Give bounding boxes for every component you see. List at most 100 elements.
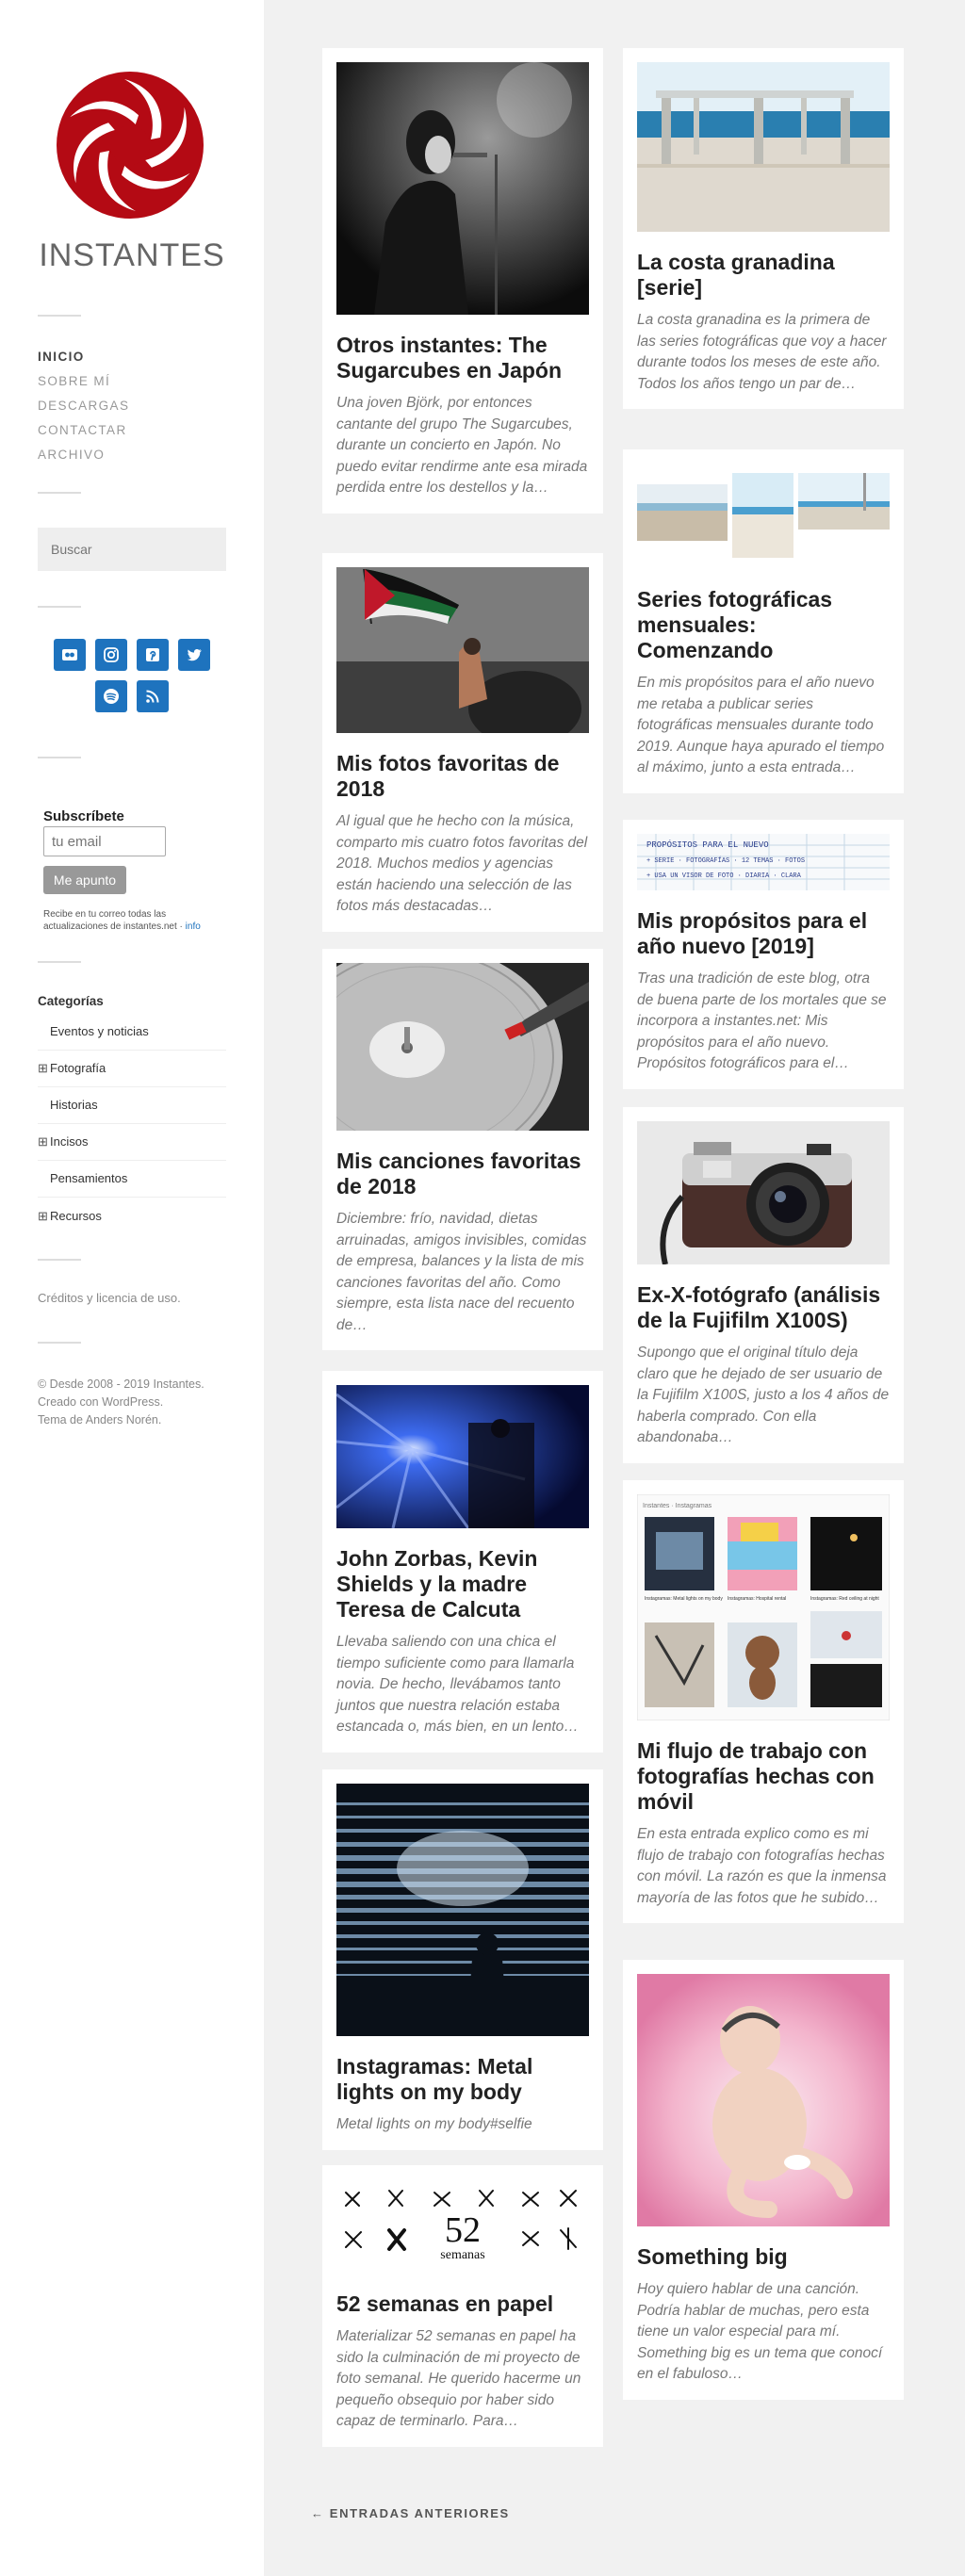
book-word: semanas	[440, 2248, 484, 2262]
post-card[interactable]: Ex-X-fotógrafo (análisis de la Fujifilm …	[623, 1107, 904, 1463]
footer-wordpress[interactable]: Creado con WordPress.	[38, 1394, 204, 1411]
post-title[interactable]: Mis propósitos para el año nuevo [2019]	[637, 908, 890, 959]
post-title[interactable]: La costa granadina [serie]	[637, 250, 890, 301]
post-grid: Otros instantes: The Sugarcubes en Japón…	[264, 0, 965, 2576]
divider	[38, 1342, 81, 1344]
rss-icon[interactable]	[137, 680, 169, 712]
post-card[interactable]: Series fotográficas mensuales: Comenzand…	[623, 449, 904, 793]
subscribe-note: Recibe en tu correo todas las actualizac…	[43, 908, 232, 933]
post-excerpt: Una joven Björk, por entonces cantante d…	[336, 395, 588, 496]
categories-title: Categorías	[38, 994, 104, 1008]
category-label: Incisos	[50, 1134, 89, 1149]
post-excerpt: En esta entrada explico como es mi flujo…	[637, 1826, 887, 1906]
post-thumbnail[interactable]: Instantes · Instagramas Instagramas: Met…	[637, 1494, 890, 1720]
subscribe-button[interactable]: Me apunto	[43, 866, 126, 894]
post-title[interactable]: Otros instantes: The Sugarcubes en Japón	[336, 333, 589, 383]
category-historias[interactable]: Historias	[38, 1087, 226, 1124]
book-number: 52	[445, 2210, 481, 2250]
subscribe-title: Subscríbete	[43, 808, 124, 824]
post-card[interactable]: PROPÓSITOS PARA EL NUEVO + SERIE · FOTOG…	[623, 820, 904, 1089]
post-title[interactable]: 52 semanas en papel	[336, 2291, 589, 2317]
post-excerpt: Metal lights on my body#selfie	[336, 2116, 532, 2132]
nav-item-sobre-mi[interactable]: SOBRE MÍ	[38, 369, 129, 394]
social-row-2	[38, 680, 226, 712]
divider	[38, 757, 81, 758]
category-pensamientos[interactable]: Pensamientos	[38, 1161, 226, 1198]
nav-item-archivo[interactable]: ARCHIVO	[38, 443, 129, 467]
post-thumbnail[interactable]: 52 semanas	[336, 2179, 589, 2274]
category-eventos[interactable]: Eventos y noticias	[38, 1014, 226, 1051]
post-thumbnail[interactable]	[637, 1121, 890, 1264]
post-excerpt: Llevaba saliendo con una chica el tiempo…	[336, 1634, 579, 1735]
post-thumbnail[interactable]	[336, 567, 589, 733]
post-thumbnail[interactable]	[336, 963, 589, 1131]
category-recursos[interactable]: ⊞ Recursos	[38, 1198, 226, 1234]
nav-item-descargas[interactable]: DESCARGAS	[38, 394, 129, 418]
post-title[interactable]: Series fotográficas mensuales: Comenzand…	[637, 587, 890, 663]
notebook-line: + USA UN VISOR DE FOTO · DIARIA · CLARA	[646, 872, 802, 880]
search-input[interactable]	[38, 528, 226, 571]
post-thumbnail[interactable]	[637, 464, 890, 569]
post-title[interactable]: Instagramas: Metal lights on my body	[336, 2054, 589, 2105]
spotify-icon[interactable]	[95, 680, 127, 712]
post-thumbnail[interactable]: PROPÓSITOS PARA EL NUEVO + SERIE · FOTOG…	[637, 834, 890, 890]
post-card[interactable]: Instagramas: Metal lights on my body Met…	[322, 1769, 603, 2150]
credits-link[interactable]: Créditos y licencia de uso.	[38, 1291, 181, 1305]
twitter-icon[interactable]	[178, 639, 210, 671]
post-thumbnail[interactable]	[336, 62, 589, 315]
post-thumbnail[interactable]	[336, 1784, 589, 2036]
flickr-icon[interactable]	[54, 639, 86, 671]
category-incisos[interactable]: ⊞ Incisos	[38, 1124, 226, 1161]
post-excerpt: Al igual que he hecho con la música, com…	[336, 813, 588, 914]
post-card[interactable]: John Zorbas, Kevin Shields y la madre Te…	[322, 1371, 603, 1753]
post-title[interactable]: Mi flujo de trabajo con fotografías hech…	[637, 1738, 890, 1815]
site-title[interactable]: INSTANTES	[38, 237, 226, 274]
site-logo-icon[interactable]	[55, 70, 205, 220]
post-card[interactable]: Otros instantes: The Sugarcubes en Japón…	[322, 48, 603, 514]
divider	[38, 606, 81, 608]
footer-theme[interactable]: Tema de Anders Norén.	[38, 1411, 204, 1429]
post-title[interactable]: John Zorbas, Kevin Shields y la madre Te…	[336, 1546, 589, 1622]
older-entries-link[interactable]: ← ENTRADAS ANTERIORES	[311, 2506, 510, 2520]
divider	[38, 315, 81, 317]
post-thumbnail[interactable]	[336, 1385, 589, 1528]
post-thumbnail[interactable]	[637, 1974, 890, 2226]
post-card[interactable]: La costa granadina [serie] La costa gran…	[623, 48, 904, 409]
workflow-caption: Instagramas: Red ceiling at night	[810, 1596, 879, 1602]
nav-item-inicio[interactable]: INICIO	[38, 345, 129, 369]
instagram-icon[interactable]	[95, 639, 127, 671]
category-label: Recursos	[50, 1208, 102, 1223]
category-fotografia[interactable]: ⊞ Fotografía	[38, 1051, 226, 1087]
email-field[interactable]	[43, 826, 166, 856]
nav-item-contactar[interactable]: CONTACTAR	[38, 418, 129, 443]
sidebar: INSTANTES INICIO SOBRE MÍ DESCARGAS CONT…	[0, 0, 264, 2576]
post-thumbnail[interactable]	[637, 62, 890, 232]
expand-plus-icon[interactable]: ⊞	[38, 1124, 50, 1160]
post-excerpt: En mis propósitos para el año nuevo me r…	[637, 675, 885, 775]
expand-plus-icon[interactable]: ⊞	[38, 1051, 50, 1086]
post-excerpt: La costa granadina es la primera de las …	[637, 312, 887, 392]
info-link[interactable]: info	[186, 921, 201, 932]
expand-plus-icon[interactable]: ⊞	[38, 1198, 50, 1234]
post-card[interactable]: Instantes · Instagramas Instagramas: Met…	[623, 1480, 904, 1923]
post-excerpt: Materializar 52 semanas en papel ha sido…	[336, 2328, 581, 2429]
category-label: Historias	[50, 1098, 98, 1112]
divider	[38, 1259, 81, 1261]
subscribe-note-text: Recibe en tu correo todas las actualizac…	[43, 909, 183, 932]
post-card[interactable]: 52 semanas 52 semanas en papel Materiali…	[322, 2165, 603, 2447]
divider	[38, 961, 81, 963]
workflow-header: Instantes · Instagramas	[643, 1503, 712, 1509]
footer-copyright: © Desde 2008 - 2019 Instantes.	[38, 1378, 204, 1391]
post-title[interactable]: Mis fotos favoritas de 2018	[336, 751, 589, 802]
post-card[interactable]: Mis fotos favoritas de 2018 Al igual que…	[322, 553, 603, 932]
post-card[interactable]: Mis canciones favoritas de 2018 Diciembr…	[322, 949, 603, 1350]
notebook-line: PROPÓSITOS PARA EL NUEVO	[646, 840, 769, 850]
post-excerpt: Tras una tradición de este blog, otra de…	[637, 970, 887, 1071]
post-title[interactable]: Ex-X-fotógrafo (análisis de la Fujifilm …	[637, 1282, 890, 1333]
category-label: Eventos y noticias	[50, 1024, 149, 1038]
post-title[interactable]: Something big	[637, 2244, 890, 2270]
post-excerpt: Supongo que el original título deja clar…	[637, 1345, 890, 1445]
post-title[interactable]: Mis canciones favoritas de 2018	[336, 1149, 589, 1199]
post-card[interactable]: Something big Hoy quiero hablar de una c…	[623, 1960, 904, 2400]
pinterest-icon[interactable]	[137, 639, 169, 671]
